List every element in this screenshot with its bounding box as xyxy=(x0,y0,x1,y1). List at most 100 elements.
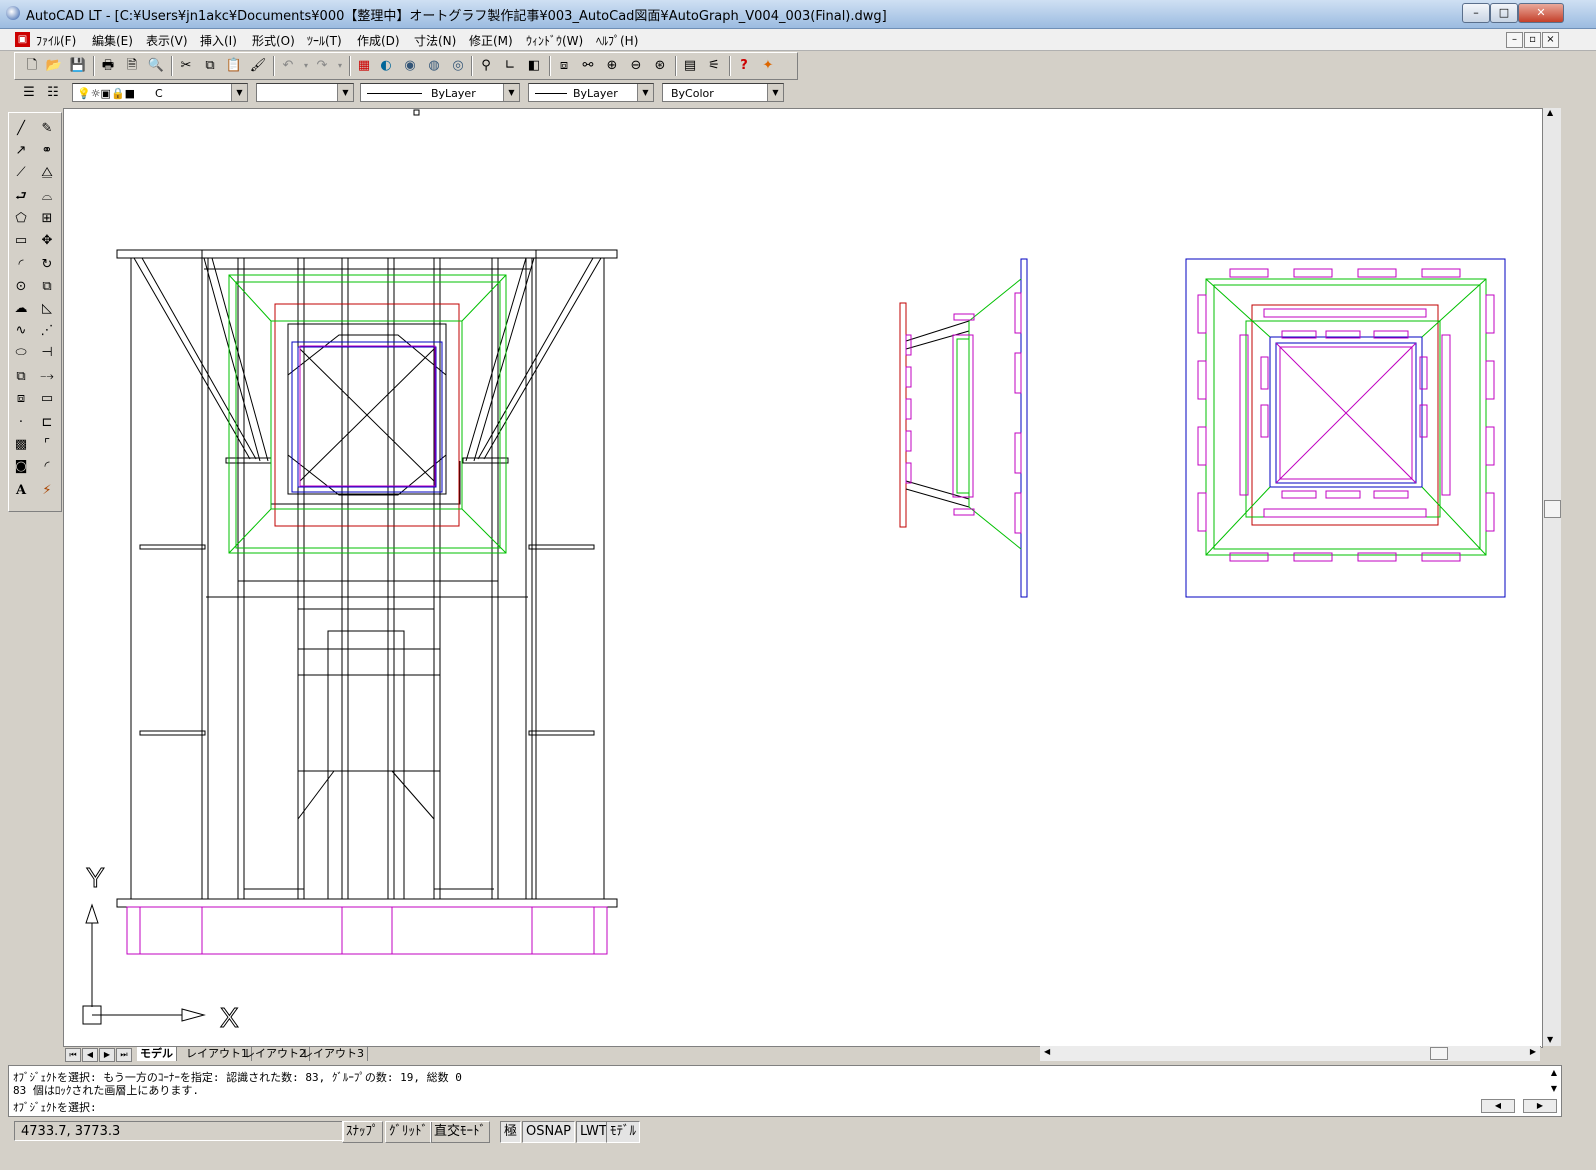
scale-icon[interactable]: ⧉ xyxy=(37,277,57,297)
extend-icon[interactable]: ⤍ xyxy=(37,367,57,387)
lineweight-dropdown[interactable]: ByLayer ▼ xyxy=(528,83,654,102)
ellipse-icon[interactable]: ⬭ xyxy=(11,343,31,363)
layer-filter-dropdown[interactable]: ▼ xyxy=(256,83,354,102)
today-icon[interactable]: ◉ xyxy=(401,57,419,75)
scroll-down-icon[interactable]: ▼ xyxy=(1547,1035,1553,1044)
circle-icon[interactable]: ⊙ xyxy=(11,277,31,297)
model-toggle[interactable]: ﾓﾃﾞﾙ xyxy=(606,1121,640,1143)
make-block-icon[interactable]: ⧈ xyxy=(11,389,31,409)
layer-manager-icon[interactable]: ☰ xyxy=(20,84,38,102)
design-center-icon[interactable]: ▦ xyxy=(355,57,373,75)
scroll-up-icon[interactable]: ▲ xyxy=(1551,1068,1557,1077)
point-icon[interactable]: · xyxy=(11,413,31,433)
ray-icon[interactable]: ↗ xyxy=(11,141,31,161)
copy-icon[interactable]: ⧉ xyxy=(201,57,219,75)
model-space-canvas[interactable]: Y X xyxy=(63,108,1543,1048)
snap-toggle[interactable]: ｽﾅｯﾌﾟ xyxy=(342,1121,383,1143)
chevron-down-icon[interactable]: ▼ xyxy=(231,84,247,101)
ortho-toggle[interactable]: 直交ﾓｰﾄﾞ xyxy=(430,1121,491,1143)
scroll-up-icon[interactable]: ▲ xyxy=(1547,108,1553,117)
mtext-icon[interactable]: A xyxy=(11,481,31,501)
explode-icon[interactable]: ⚡ xyxy=(37,481,57,501)
doc-restore-button[interactable]: ▫ xyxy=(1524,32,1541,48)
scroll-down-icon[interactable]: ▼ xyxy=(1551,1084,1557,1093)
maximize-button[interactable]: □ xyxy=(1490,3,1518,23)
next-tab-icon[interactable]: ▶ xyxy=(99,1048,115,1062)
prev-tab-icon[interactable]: ◀ xyxy=(82,1048,98,1062)
grid-toggle[interactable]: ｸﾞﾘｯﾄﾞ xyxy=(385,1121,432,1143)
tool-palettes-icon[interactable]: ⚟ xyxy=(705,57,723,75)
horizontal-scroll-thumb[interactable] xyxy=(1430,1047,1448,1060)
menu-help[interactable]: ﾍﾙﾌﾟ(H) xyxy=(596,32,638,49)
help-icon[interactable]: ? xyxy=(735,57,753,75)
move-icon[interactable]: ✥ xyxy=(37,231,57,251)
chevron-down-icon[interactable]: ▼ xyxy=(637,84,653,101)
zoom-previous-icon[interactable]: ⊖ xyxy=(627,57,645,75)
offset-icon[interactable]: ⌓ xyxy=(37,187,57,207)
vertical-scroll-thumb[interactable] xyxy=(1544,500,1561,518)
command-window[interactable]: ｵﾌﾞｼﾞｪｸﾄを選択: もう一方のｺｰﾅｰを指定: 認識された数: 83, ｸ… xyxy=(8,1065,1562,1117)
osnap-toggle[interactable]: OSNAP xyxy=(522,1121,575,1143)
close-button[interactable]: ✕ xyxy=(1518,3,1564,23)
menu-format[interactable]: 形式(O) xyxy=(252,32,295,49)
whats-new-icon[interactable]: ✦ xyxy=(759,57,777,75)
hyperlink-icon[interactable]: ⚲ xyxy=(477,57,495,75)
redo-icon[interactable]: ↷ xyxy=(313,57,331,75)
scroll-right-icon[interactable]: ▶ xyxy=(1530,1047,1536,1056)
autocad-app-icon[interactable] xyxy=(6,6,20,20)
command-hscroll-left[interactable]: ◀ xyxy=(1481,1099,1515,1113)
revcloud-icon[interactable]: ☁ xyxy=(11,299,31,319)
command-hscroll-right[interactable]: ▶ xyxy=(1523,1099,1557,1113)
layer-states-icon[interactable]: ▤ xyxy=(681,57,699,75)
menu-insert[interactable]: 挿入(I) xyxy=(200,32,237,49)
erase-icon[interactable]: ✎ xyxy=(37,119,57,139)
menu-view[interactable]: 表示(V) xyxy=(146,32,188,49)
browser-icon[interactable]: ◐ xyxy=(377,57,395,75)
chevron-down-icon[interactable]: ▼ xyxy=(337,84,353,101)
join-icon[interactable]: ⊏ xyxy=(37,413,57,433)
horizontal-scrollbar[interactable]: ◀ ▶ xyxy=(1040,1046,1540,1061)
cad-drawing[interactable]: Y X xyxy=(64,109,1542,1047)
vertical-scrollbar[interactable]: ▲ ▼ xyxy=(1543,108,1561,1046)
stretch-icon[interactable]: ◺ xyxy=(37,299,57,319)
menu-edit[interactable]: 編集(E) xyxy=(92,32,133,49)
break-icon[interactable]: ▭ xyxy=(37,389,57,409)
polygon-arc-icon[interactable]: ⮐ xyxy=(11,187,31,207)
coordinate-display[interactable]: 4733.7, 3773.3 xyxy=(14,1121,344,1141)
match-properties-icon[interactable]: 🖌 xyxy=(249,57,267,75)
lengthen-icon[interactable]: ⋰ xyxy=(37,321,57,341)
menu-draw[interactable]: 作成(D) xyxy=(357,32,400,49)
open-icon[interactable]: 📂 xyxy=(45,57,63,75)
menu-tools[interactable]: ﾂｰﾙ(T) xyxy=(307,32,342,49)
spline-icon[interactable]: ∿ xyxy=(11,321,31,341)
tab-model[interactable]: モデル xyxy=(137,1047,177,1061)
polygon-icon[interactable]: ⬠ xyxy=(11,209,31,229)
properties-icon[interactable]: ◧ xyxy=(525,57,543,75)
chevron-down-icon[interactable]: ▼ xyxy=(767,84,783,101)
last-tab-icon[interactable]: ⏭ xyxy=(116,1048,132,1062)
zoom-window-icon[interactable]: ⊕ xyxy=(603,57,621,75)
zoom-extents-icon[interactable]: ⊛ xyxy=(651,57,669,75)
print-preview-icon[interactable]: 🗎 xyxy=(123,57,141,75)
trim-icon[interactable]: ⊣ xyxy=(37,343,57,363)
insert-block-icon[interactable]: ⧉ xyxy=(11,367,31,387)
publish-icon[interactable]: ◍ xyxy=(425,57,443,75)
ucs-icon[interactable]: ∟ xyxy=(501,57,519,75)
menu-window[interactable]: ｳｨﾝﾄﾞｳ(W) xyxy=(526,32,583,49)
region-icon[interactable]: ◙ xyxy=(11,457,31,477)
arc-icon[interactable]: ◜ xyxy=(11,255,31,275)
copy-object-icon[interactable]: ⚭ xyxy=(37,141,57,161)
tab-layout3[interactable]: レイアウト3 xyxy=(299,1047,368,1061)
paste-icon[interactable]: 📋 xyxy=(225,57,243,75)
rotate-icon[interactable]: ↻ xyxy=(37,255,57,275)
line-icon[interactable]: ╱ xyxy=(11,119,31,139)
command-prompt[interactable]: ｵﾌﾞｼﾞｪｸﾄを選択: xyxy=(13,1099,97,1115)
plotstyle-dropdown[interactable]: ByColor ▼ xyxy=(662,83,784,102)
chevron-down-icon[interactable]: ▼ xyxy=(503,84,519,101)
polar-toggle[interactable]: 極 xyxy=(500,1121,522,1143)
chamfer-icon[interactable]: ⌜ xyxy=(37,435,57,455)
zoom-realtime-icon[interactable]: ⚯ xyxy=(579,57,597,75)
fillet-icon[interactable]: ◜ xyxy=(37,457,57,477)
find-icon[interactable]: 🔍 xyxy=(147,57,165,75)
etransmit-icon[interactable]: ◎ xyxy=(449,57,467,75)
